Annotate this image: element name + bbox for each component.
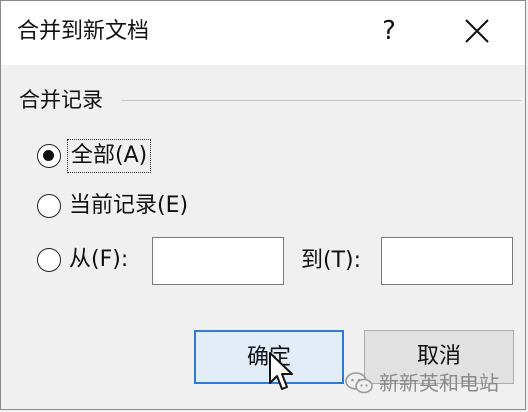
radio-current-record[interactable]: 当前记录(E) xyxy=(37,191,188,221)
title-bar: 合并到新文档 ? xyxy=(1,1,525,65)
to-label: 到(T): xyxy=(301,248,362,273)
radio-all-label: 全部(A) xyxy=(66,139,152,173)
help-button[interactable]: ? xyxy=(371,11,407,51)
radio-all-records[interactable]: 全部(A) xyxy=(37,139,152,173)
watermark-text: 新新英和电站 xyxy=(379,371,499,395)
radio-button[interactable] xyxy=(37,248,61,272)
to-record-input[interactable] xyxy=(381,237,513,285)
radio-current-label: 当前记录(E) xyxy=(69,193,189,218)
radio-from-label: 从(F): xyxy=(69,247,129,272)
close-button[interactable] xyxy=(455,11,499,51)
radio-range-from[interactable]: 从(F): xyxy=(37,245,128,275)
radio-button-selected[interactable] xyxy=(37,144,61,168)
ok-button[interactable]: 确定 xyxy=(194,330,344,384)
radio-button[interactable] xyxy=(37,194,61,218)
watermark: 新新英和电站 xyxy=(345,369,499,397)
group-divider xyxy=(121,100,521,101)
from-record-input[interactable] xyxy=(152,237,284,285)
merge-to-new-document-dialog: 合并到新文档 ? 合并记录 全部(A) 当前记录(E) 从(F): 到(T): … xyxy=(0,0,526,410)
wechat-icon xyxy=(345,372,373,394)
merge-records-group-label: 合并记录 xyxy=(19,85,111,115)
close-icon xyxy=(465,19,489,43)
dialog-title: 合并到新文档 xyxy=(17,19,150,44)
